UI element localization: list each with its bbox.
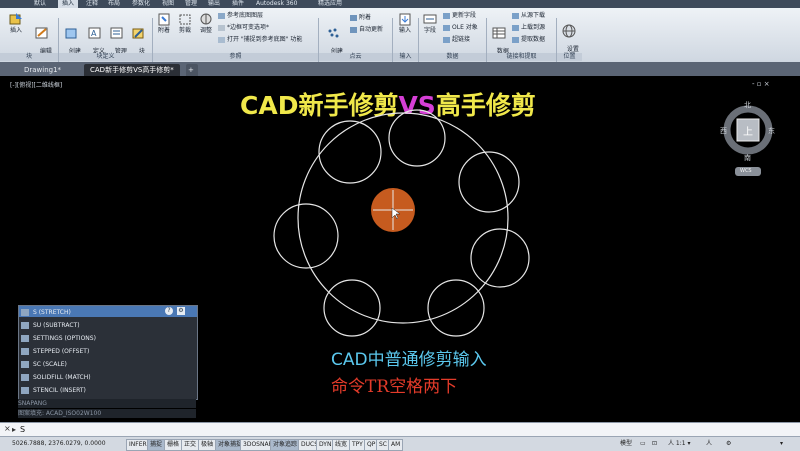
history-row: 图案填充: ACAD_ISO02W100 bbox=[18, 409, 196, 418]
small-circle[interactable] bbox=[323, 279, 381, 337]
settings-gear-icon[interactable]: ⚙ bbox=[177, 307, 185, 315]
annotation-visibility-icon[interactable]: 人 bbox=[706, 439, 712, 449]
autocomplete-item-stencil[interactable]: STENCIL (INSERT) bbox=[19, 384, 197, 397]
subtract-icon bbox=[21, 322, 29, 329]
command-input[interactable]: S bbox=[20, 425, 25, 434]
toggle-snap[interactable]: 捕捉 bbox=[147, 439, 166, 451]
command-line[interactable]: × ▸ S bbox=[0, 422, 800, 437]
autocomplete-item-scale[interactable]: SC (SCALE) bbox=[19, 358, 197, 371]
settings-icon bbox=[21, 335, 29, 342]
close-icon[interactable]: × bbox=[4, 424, 11, 433]
autocomplete-item-solidfill[interactable]: SOLIDFILL (MATCH) bbox=[19, 371, 197, 384]
offset-icon bbox=[21, 348, 29, 355]
autocomplete-item-label: S (STRETCH) bbox=[33, 309, 71, 316]
autocomplete-item-label: SC (SCALE) bbox=[33, 361, 67, 368]
toggle-grid[interactable]: 栅格 bbox=[164, 439, 183, 451]
note-line-1: CAD中普通修剪输入 bbox=[331, 350, 487, 370]
model-space-button[interactable]: 模型 bbox=[620, 439, 632, 449]
viewcube-south[interactable]: 南 bbox=[744, 153, 751, 163]
autocomplete-item-stepped[interactable]: STEPPED (OFFSET) bbox=[19, 345, 197, 358]
toggle-ortho[interactable]: 正交 bbox=[181, 439, 200, 451]
match-icon bbox=[21, 374, 29, 381]
toggle-polar[interactable]: 极轴 bbox=[198, 439, 217, 451]
command-prompt-icon: ▸ bbox=[12, 425, 17, 434]
viewport-icon[interactable]: ⊡ bbox=[652, 439, 657, 449]
small-circle[interactable] bbox=[458, 151, 520, 213]
autocomplete-item-label: STEPPED (OFFSET) bbox=[33, 348, 90, 355]
wcs-menu[interactable]: WCS bbox=[740, 168, 752, 174]
scale-icon bbox=[21, 361, 29, 368]
status-bar: 5026.7888, 2376.0279, 0.0000 INFER 捕捉 栅格… bbox=[0, 436, 800, 451]
workspace-gear-icon[interactable]: ⚙ bbox=[726, 439, 731, 449]
toggle-lineweight[interactable]: 线宽 bbox=[332, 439, 351, 451]
viewcube-top-face[interactable]: 上 bbox=[743, 123, 753, 138]
autocomplete-item-label: STENCIL (INSERT) bbox=[33, 387, 86, 394]
help-icon[interactable]: ? bbox=[165, 307, 173, 315]
viewcube-west[interactable]: 西 bbox=[720, 126, 727, 136]
toggle-otrack[interactable]: 对象追踪 bbox=[270, 439, 301, 451]
viewcube[interactable]: 北 南 西 东 上 WCS bbox=[720, 96, 776, 180]
note-line-2: 命令TR空格两下 bbox=[331, 377, 458, 397]
small-circle[interactable] bbox=[318, 120, 382, 184]
autocomplete-item-label: SOLIDFILL (MATCH) bbox=[33, 374, 91, 381]
coordinates-readout: 5026.7888, 2376.0279, 0.0000 bbox=[12, 440, 106, 447]
status-menu-icon[interactable]: ▾ bbox=[780, 439, 783, 449]
stretch-icon bbox=[21, 309, 29, 316]
history-row: SNAPANG bbox=[18, 399, 196, 408]
command-autocomplete: S (STRETCH) SU (SUBTRACT) SETTINGS (OPTI… bbox=[18, 305, 198, 400]
insert-icon bbox=[21, 387, 29, 394]
autocomplete-item-label: SETTINGS (OPTIONS) bbox=[33, 335, 96, 342]
viewcube-east[interactable]: 东 bbox=[768, 126, 775, 136]
small-circle[interactable] bbox=[388, 109, 446, 167]
autocomplete-item-subtract[interactable]: SU (SUBTRACT) bbox=[19, 319, 197, 332]
viewcube-north[interactable]: 北 bbox=[744, 100, 751, 110]
toggle-am[interactable]: AM bbox=[388, 439, 404, 451]
autocomplete-item-settings[interactable]: SETTINGS (OPTIONS) bbox=[19, 332, 197, 345]
autocomplete-item-label: SU (SUBTRACT) bbox=[33, 322, 80, 329]
layout-icon[interactable]: ▭ bbox=[640, 439, 646, 449]
annotation-scale[interactable]: 人 1:1 ▾ bbox=[668, 439, 690, 449]
